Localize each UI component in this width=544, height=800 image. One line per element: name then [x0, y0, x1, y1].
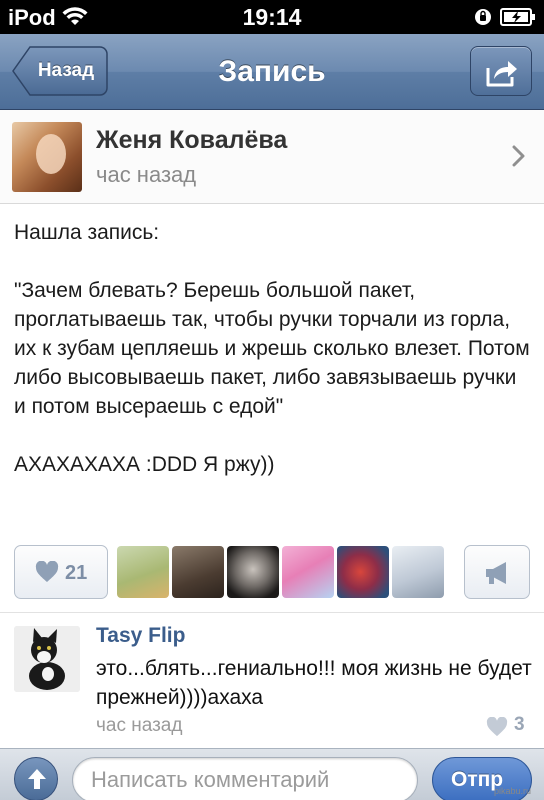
comment-composer: Отпр	[0, 748, 544, 800]
author-avatar[interactable]	[12, 122, 82, 192]
heart-icon[interactable]	[486, 717, 508, 737]
post-text-quote: "Зачем блевать? Берешь большой пакет, пр…	[14, 279, 536, 418]
watermark: pikabu.ru	[494, 786, 532, 796]
liker-avatar[interactable]	[282, 546, 334, 598]
liker-avatar[interactable]	[227, 546, 279, 598]
comment-like-count: 3	[514, 714, 525, 735]
liker-avatar[interactable]	[117, 546, 169, 598]
liker-avatar[interactable]	[392, 546, 444, 598]
navigation-bar: Назад Запись	[0, 34, 544, 110]
liker-avatar[interactable]	[337, 546, 389, 598]
back-button[interactable]: Назад	[12, 46, 108, 96]
post-author-header[interactable]: Женя Ковалёва час назад	[0, 110, 544, 204]
battery-icon	[500, 8, 535, 26]
comment-input[interactable]	[72, 757, 418, 800]
comment-item: Tasy Flip это...блять...гениально!!! моя…	[0, 614, 544, 748]
post-text-intro: Нашла запись:	[14, 221, 160, 244]
post-text-reaction: АХАХАХАХА :DDD Я ржу))	[14, 453, 275, 476]
comment-text: это...блять...гениально!!! моя жизнь не …	[96, 657, 532, 709]
liker-avatar[interactable]	[172, 546, 224, 598]
cat-avatar-image	[14, 626, 80, 692]
divider	[0, 612, 544, 613]
attach-button[interactable]	[14, 757, 58, 800]
like-button[interactable]: 21	[14, 545, 108, 599]
arrow-up-icon	[28, 769, 46, 789]
like-count: 21	[65, 562, 88, 584]
post-text: Нашла запись: "Зачем блевать? Берешь бол…	[14, 218, 530, 479]
comment-time: час назад	[96, 715, 183, 736]
back-button-label: Назад	[37, 60, 95, 81]
likes-row: 21	[0, 540, 544, 606]
chevron-right-icon	[512, 145, 525, 167]
share-icon	[486, 61, 517, 87]
comment-author[interactable]: Tasy Flip	[96, 624, 185, 648]
post-time: час назад	[96, 162, 197, 187]
repost-button[interactable]	[464, 545, 530, 599]
share-button[interactable]	[470, 46, 532, 96]
orientation-lock-icon	[475, 9, 491, 25]
status-time: 19:14	[242, 4, 302, 30]
megaphone-icon	[486, 562, 506, 584]
status-bar: iPod 19:14	[0, 0, 544, 34]
heart-icon	[35, 561, 59, 582]
comment-avatar[interactable]	[14, 626, 80, 692]
page-title: Запись	[218, 55, 326, 88]
author-name[interactable]: Женя Ковалёва	[96, 126, 287, 155]
